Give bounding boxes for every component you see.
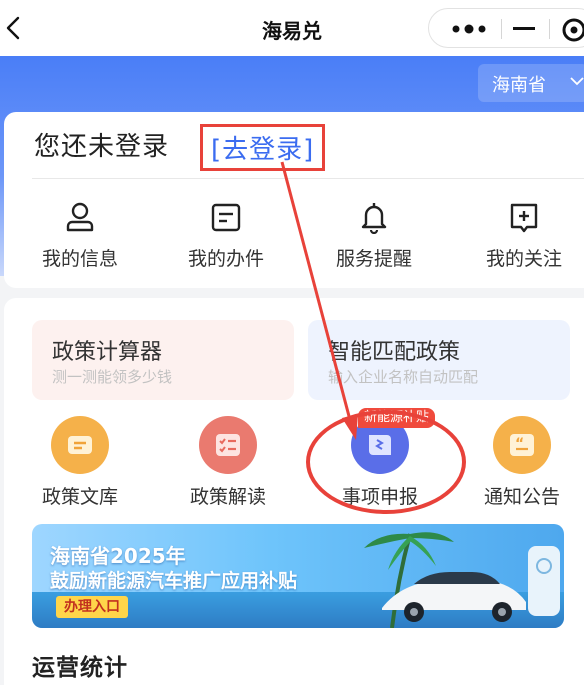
section-title: 运营统计 (32, 655, 128, 681)
policy-calculator-card[interactable]: 政策计算器 测一测能领多少钱 (32, 320, 294, 400)
login-link[interactable]: [去登录] (200, 124, 326, 171)
quick-link-service-reminders[interactable]: 服务提醒 (318, 200, 430, 280)
service-policy-interpretation[interactable]: 政策解读 (168, 416, 288, 508)
minimize-icon[interactable] (513, 27, 535, 30)
banner-entry-button[interactable]: 办理入口 (56, 596, 128, 618)
divider (32, 178, 584, 179)
quick-link-my-applications[interactable]: 我的办件 (170, 200, 282, 280)
document-icon (211, 203, 241, 232)
service-label: 政策解读 (189, 486, 266, 508)
quick-link-label: 我的关注 (485, 248, 562, 270)
capsule-divider (501, 19, 502, 39)
library-icon (51, 416, 109, 474)
banner-title: 海南省2025年 (50, 544, 186, 568)
bookmark-plus-icon (510, 203, 538, 233)
close-target-icon[interactable] (561, 17, 584, 43)
navigation-bar: 海易兑 (0, 0, 584, 56)
login-card: 您还未登录 [去登录] 我的信息 我的办件 服务提醒 我的关注 (4, 112, 584, 288)
login-prompt: 您还未登录 (34, 132, 170, 162)
tool-title: 智能匹配政策 (328, 340, 461, 365)
service-label: 政策文库 (41, 486, 118, 508)
tool-subtitle: 输入企业名称自动匹配 (328, 368, 479, 386)
annotation-circle (306, 410, 466, 514)
quick-link-my-follows[interactable]: 我的关注 (468, 200, 580, 280)
service-notices[interactable]: “ 通知公告 (462, 416, 582, 508)
region-selector[interactable]: 海南省 (478, 64, 584, 102)
quote-icon: “ (493, 416, 551, 474)
region-label: 海南省 (492, 75, 546, 96)
service-label: 通知公告 (483, 486, 560, 508)
quick-link-my-info[interactable]: 我的信息 (24, 200, 136, 280)
service-policy-library[interactable]: 政策文库 (20, 416, 140, 508)
quick-link-label: 我的办件 (187, 248, 264, 270)
chevron-down-icon (570, 77, 584, 86)
more-icon[interactable] (451, 23, 487, 35)
subsidy-banner[interactable]: 海南省2025年 鼓励新能源汽车推广应用补贴 办理入口 (32, 524, 564, 628)
bell-icon (361, 203, 387, 234)
mini-program-capsule (428, 8, 584, 48)
tool-title: 政策计算器 (52, 340, 163, 365)
capsule-divider (549, 19, 550, 39)
quick-link-label: 我的信息 (41, 248, 118, 270)
banner-subtitle: 鼓励新能源汽车推广应用补贴 (50, 570, 298, 592)
smart-policy-match-card[interactable]: 智能匹配政策 输入企业名称自动匹配 (308, 320, 570, 400)
quick-link-label: 服务提醒 (335, 248, 412, 270)
user-icon (66, 202, 94, 232)
car-palm-illustration (364, 532, 560, 628)
checklist-icon (199, 416, 257, 474)
tool-subtitle: 测一测能领多少钱 (52, 368, 173, 386)
